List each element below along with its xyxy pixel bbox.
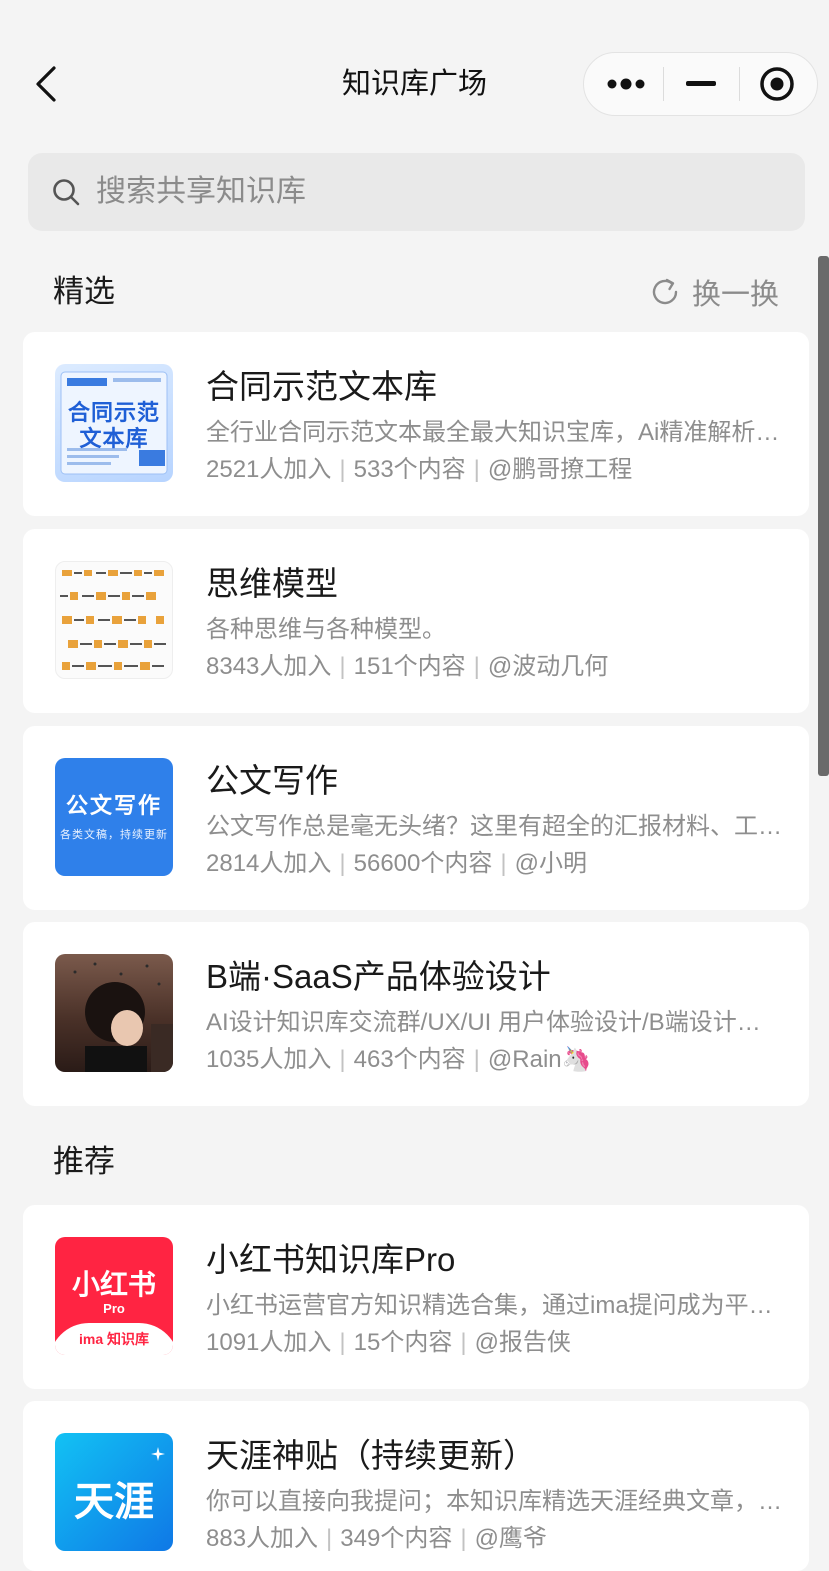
author-name[interactable]: @报告侠 [475, 1329, 571, 1356]
meta-separator: | [460, 1329, 467, 1356]
search-bar[interactable]: 搜索共享知识库 [28, 153, 805, 231]
meta-separator: | [473, 1046, 480, 1073]
card-title: 小红书知识库Pro [206, 1241, 456, 1278]
card-title: 思维模型 [206, 565, 338, 602]
thumbnail-caption: 小红书 [71, 1269, 156, 1300]
content-count: 349个内容 [340, 1525, 453, 1552]
thumbnail-image [55, 561, 173, 679]
knowledge-card[interactable]: 天涯 天涯神贴（持续更新） 你可以直接向我提问；本知识库精选天涯经典文章，… 8… [23, 1401, 809, 1571]
content-count: 533个内容 [353, 456, 466, 483]
content-count: 15个内容 [353, 1329, 453, 1356]
knowledge-card[interactable]: 合同示范文本库 合同示范文本库 全行业合同示范文本最全最大知识宝库，Ai精准解析… [23, 332, 809, 516]
scrollbar-thumb[interactable] [818, 256, 829, 776]
thumbnail-caption: 天涯 [74, 1480, 154, 1524]
refresh-label: 换一换 [692, 279, 780, 311]
card-description: 全行业合同示范文本最全最大知识宝库，Ai精准解析… [206, 419, 780, 446]
meta-separator: | [339, 1046, 346, 1073]
card-meta: 883人加入 | 349个内容 | @鹰爷 [206, 1523, 547, 1555]
content-count: 56600个内容 [353, 850, 493, 877]
author-name[interactable]: @Rain🦄 [488, 1046, 592, 1073]
card-description: 公文写作总是毫无头绪？这里有超全的汇报材料、工… [206, 813, 782, 840]
card-meta: 2814人加入 | 56600个内容 | @小明 [206, 848, 587, 880]
meta-separator: | [339, 456, 346, 483]
joined-count: 2521人加入 [206, 456, 332, 483]
content-count: 463个内容 [353, 1046, 466, 1073]
knowledge-card[interactable]: 小红书 Pro ima 知识库 小红书知识库Pro 小红书运营官方知识精选合集，… [23, 1205, 809, 1389]
sparkle-icon [151, 1447, 165, 1461]
joined-count: 883人加入 [206, 1525, 319, 1552]
thumbnail-image [55, 954, 173, 1072]
card-title: 公文写作 [206, 762, 338, 799]
author-name[interactable]: @鹰爷 [475, 1525, 547, 1552]
thumbnail-image: 天涯 [55, 1433, 173, 1551]
thumbnail-image: 公文写作 各类文稿，持续更新 [55, 758, 173, 876]
thumbnail-subcaption: 各类文稿，持续更新 [60, 829, 168, 841]
refresh-icon [652, 278, 678, 305]
knowledge-card[interactable]: B端·SaaS产品体验设计 AI设计知识库交流群/UX/UI 用户体验设计/B端… [23, 922, 809, 1106]
minimize-icon [686, 81, 716, 86]
joined-count: 1091人加入 [206, 1329, 332, 1356]
knowledge-card[interactable]: 思维模型 各种思维与各种模型。 8343人加入 | 151个内容 | @波动几何 [23, 529, 809, 713]
thumbnail-subcaption: Pro [103, 1301, 125, 1316]
search-icon [53, 179, 80, 206]
minimize-button[interactable] [663, 53, 739, 115]
meta-separator: | [339, 1329, 346, 1356]
refresh-button[interactable]: 换一换 [650, 272, 779, 312]
card-description: 小红书运营官方知识精选合集，通过ima提问成为平… [206, 1292, 773, 1319]
card-title: B端·SaaS产品体验设计 [206, 958, 551, 995]
more-button[interactable] [588, 53, 664, 115]
meta-separator: | [326, 1525, 333, 1552]
thumbnail-image: 小红书 Pro ima 知识库 [55, 1237, 173, 1355]
meta-separator: | [473, 456, 480, 483]
meta-separator: | [460, 1525, 467, 1552]
more-dots-icon [607, 78, 645, 90]
meta-separator: | [500, 850, 507, 877]
close-button[interactable] [739, 53, 815, 115]
meta-separator: | [339, 850, 346, 877]
joined-count: 1035人加入 [206, 1046, 332, 1073]
joined-count: 8343人加入 [206, 653, 332, 680]
featured-section-title: 精选 [53, 274, 115, 309]
meta-separator: | [339, 653, 346, 680]
card-meta: 1091人加入 | 15个内容 | @报告侠 [206, 1327, 571, 1359]
card-description: 你可以直接向我提问；本知识库精选天涯经典文章，… [206, 1488, 782, 1515]
target-circle-icon [760, 67, 794, 101]
joined-count: 2814人加入 [206, 850, 332, 877]
thumbnail-caption: 合同示范文本库 [67, 400, 160, 451]
author-name[interactable]: @小明 [515, 850, 587, 877]
card-meta: 8343人加入 | 151个内容 | @波动几何 [206, 651, 608, 683]
thumbnail-tag: ima 知识库 [78, 1331, 149, 1347]
author-name[interactable]: @鹏哥撩工程 [488, 456, 632, 483]
author-name[interactable]: @波动几何 [488, 653, 608, 680]
card-title: 天涯神贴（持续更新） [206, 1437, 536, 1474]
card-description: AI设计知识库交流群/UX/UI 用户体验设计/B端设计… [206, 1009, 761, 1036]
card-meta: 2521人加入 | 533个内容 | @鹏哥撩工程 [206, 454, 632, 486]
card-description: 各种思维与各种模型。 [206, 616, 446, 643]
thumbnail-caption: 公文写作 [65, 793, 162, 818]
knowledge-card[interactable]: 公文写作 各类文稿，持续更新 公文写作 公文写作总是毫无头绪？这里有超全的汇报材… [23, 726, 809, 910]
content-count: 151个内容 [353, 653, 466, 680]
navigation-bar: 知识库广场 [0, 0, 829, 150]
recommended-section-title: 推荐 [53, 1144, 115, 1179]
card-meta: 1035人加入 | 463个内容 | @Rain🦄 [206, 1044, 592, 1076]
thumbnail-image: 合同示范文本库 [55, 364, 173, 482]
card-title: 合同示范文本库 [206, 368, 437, 405]
search-placeholder: 搜索共享知识库 [96, 175, 306, 208]
meta-separator: | [473, 653, 480, 680]
capsule-menu [583, 52, 818, 116]
